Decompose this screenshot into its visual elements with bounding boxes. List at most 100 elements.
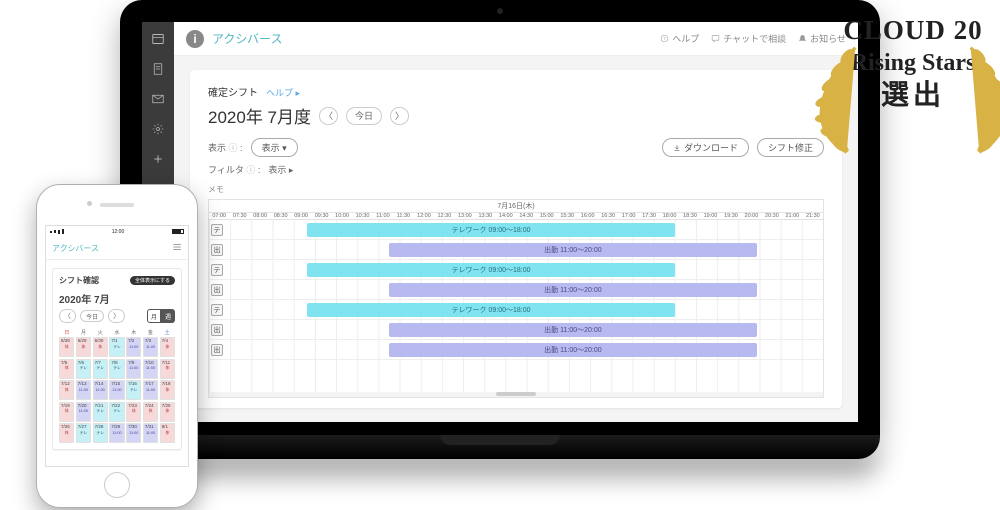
calendar-cell[interactable]: 8/1休 [160,423,175,443]
shift-bar[interactable]: テレワーク 09:00〜18:00 [307,263,675,277]
prev-button[interactable]: 〈 [319,107,338,125]
calendar-cell[interactable]: 6/29休 [76,337,91,357]
calendar-cell[interactable]: 7/6テレ [76,359,91,379]
view-all-badge[interactable]: 全体表示にする [130,276,175,285]
hour-label: 08:00 [250,213,270,219]
calendar-cell[interactable]: 7/4休 [160,337,175,357]
page-title: 確定シフト [208,84,258,99]
calendar-cell[interactable]: 7/3011:00 [126,423,141,443]
content-card: 確定シフト ヘルプ ▸ 2020年 7月度 〈 今日 〉 表示 ⓘ : 表示 ▾… [190,70,842,408]
hour-label: 13:30 [475,213,495,219]
weekday-label: 月 [76,329,92,337]
hour-label: 09:00 [291,213,311,219]
laurel-left-icon [802,37,866,147]
help-link[interactable]: ?ヘルプ [660,32,699,45]
calendar-cell[interactable]: 6/30休 [93,337,108,357]
shift-bar[interactable]: 出勤 11:00〜20:00 [389,243,757,257]
shift-bar[interactable]: 出勤 11:00〜20:00 [389,323,757,337]
calendar-cell[interactable]: 7/26休 [59,423,74,443]
calendar-cell[interactable]: 7/11休 [160,359,175,379]
today-button[interactable]: 今日 [80,310,104,322]
calendar-cell[interactable]: 7/2011:00 [76,402,91,422]
schedule-row: 出 出勤 11:00〜20:00 [209,240,823,260]
weekday-row: 日月火水木金土 [59,329,175,337]
topbar: i アクシバース ?ヘルプ チャットで相談 お知らせ [174,22,858,56]
calendar-cell[interactable]: 7/28テレ [93,423,108,443]
period-label: 2020年 7月 [59,291,110,306]
calendar-cell[interactable]: 7/16テレ [126,380,141,400]
view-segment[interactable]: 月 週 [147,309,175,323]
hour-label: 19:00 [700,213,720,219]
calendar-cell[interactable]: 7/27テレ [76,423,91,443]
page-help-link[interactable]: ヘルプ ▸ [266,86,300,99]
nav-doc-icon[interactable] [151,62,165,76]
today-button[interactable]: 今日 [346,107,382,125]
hour-label: 17:30 [639,213,659,219]
shift-bar[interactable]: 出勤 11:00〜20:00 [389,283,757,297]
speaker-icon [100,203,134,207]
weekday-label: 木 [126,329,142,337]
calendar-cell[interactable]: 7/1311:00 [76,380,91,400]
calendar-cell[interactable]: 7/7テレ [93,359,108,379]
hour-label: 14:00 [496,213,516,219]
nav-mail-icon[interactable] [151,92,165,106]
seg-week: 週 [161,309,175,323]
row-tag: 出 [211,284,223,296]
schedule-row: 出出勤 11:00〜20:00 [209,340,823,360]
shift-bar[interactable]: テレワーク 09:00〜18:00 [307,303,675,317]
scrollbar[interactable] [209,392,823,397]
app-window: i アクシバース ?ヘルプ チャットで相談 お知らせ 確定シフト ヘルプ ▸ 2… [142,22,858,422]
calendar-cell[interactable]: 7/5休 [59,359,74,379]
nav-plus-icon[interactable] [151,152,165,166]
schedule-row: 出 出勤 11:00〜20:00 [209,280,823,300]
calendar-cell[interactable]: 7/2911:00 [109,423,124,443]
row-tag: テ [211,304,223,316]
calendar-cell[interactable]: 7/8テレ [109,359,124,379]
chat-link[interactable]: チャットで相談 [711,32,786,45]
schedule-date-header: 7月16日(木) [209,200,823,213]
calendar-cell[interactable]: 7/1411:00 [93,380,108,400]
calendar-cell[interactable]: 7/22テレ [109,402,124,422]
weekday-label: 日 [59,329,75,337]
calendar-cell[interactable]: 7/1511:00 [109,380,124,400]
nav-calendar-icon[interactable] [151,32,165,46]
shift-card: シフト確認 全体表示にする 2020年 7月 〈 今日 〉 月 週 日月火水木金 [52,268,182,450]
calendar-cell[interactable]: 6/28休 [59,337,74,357]
home-button-icon[interactable] [104,472,130,498]
weekday-label: 金 [143,329,159,337]
info-badge-icon[interactable]: i [186,30,204,48]
calendar-cell[interactable]: 7/12休 [59,380,74,400]
filter-value[interactable]: 表示 ▸ [268,163,293,176]
calendar-cell[interactable]: 7/1テレ [109,337,124,357]
calendar-cell[interactable]: 7/25休 [160,402,175,422]
shift-bar[interactable]: 出勤 11:00〜20:00 [389,343,757,357]
hour-label: 11:00 [373,213,393,219]
svg-text:?: ? [663,36,666,41]
calendar-cell[interactable]: 7/1011:00 [143,359,158,379]
shift-bar[interactable]: テレワーク 09:00〜18:00 [307,223,675,237]
calendar-cell[interactable]: 7/19休 [59,402,74,422]
phone-mockup: 12:00 アクシバース シフト確認 全体表示にする 2020年 7月 〈 今日 [36,184,198,508]
next-button[interactable]: 〉 [390,107,409,125]
calendar-cell[interactable]: 7/21テレ [93,402,108,422]
nav-settings-icon[interactable] [151,122,165,136]
next-button[interactable]: 〉 [108,309,125,323]
calendar-cell[interactable]: 7/23休 [126,402,141,422]
menu-icon[interactable] [172,242,182,254]
period-label: 2020年 7月度 [208,103,311,128]
display-dropdown[interactable]: 表示 ▾ [251,138,298,157]
schedule-table: 7月16日(木) 07:0007:3008:0008:3009:0009:301… [208,199,824,398]
calendar-cell[interactable]: 7/911:00 [126,359,141,379]
calendar-cell[interactable]: 7/311:00 [143,337,158,357]
app-name: アクシバース [52,243,99,254]
calendar-cell[interactable]: 7/1711:00 [143,380,158,400]
download-button[interactable]: ダウンロード [662,138,749,157]
hour-label: 20:30 [762,213,782,219]
calendar-cell[interactable]: 7/3111:00 [143,423,158,443]
calendar-cell[interactable]: 7/18休 [160,380,175,400]
row-tag: 出 [211,244,223,256]
calendar-cell[interactable]: 7/24休 [143,402,158,422]
prev-button[interactable]: 〈 [59,309,76,323]
calendar-cell[interactable]: 7/211:00 [126,337,141,357]
hour-label: 07:00 [209,213,229,219]
